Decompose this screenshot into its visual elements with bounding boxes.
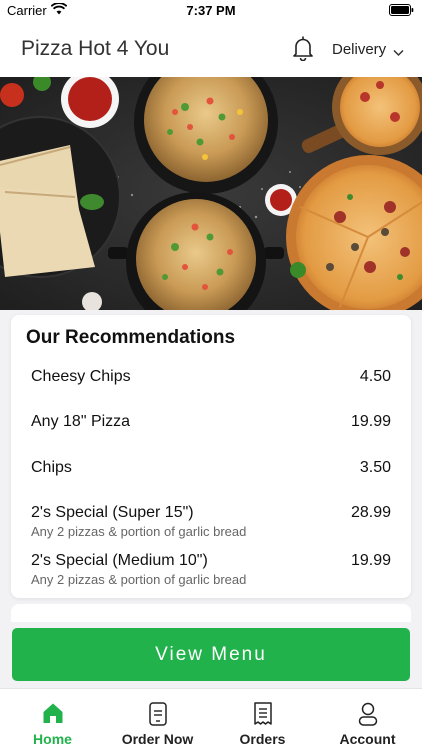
item-name: Chips xyxy=(31,459,72,476)
tab-order-now[interactable]: Order Now xyxy=(105,689,210,750)
chevron-down-icon[interactable] xyxy=(393,44,404,62)
recommendation-item[interactable]: Chips 3.50 xyxy=(31,459,391,481)
view-menu-button[interactable]: View Menu xyxy=(12,628,410,681)
recommendation-item[interactable]: 2's Special (Super 15") 28.99 Any 2 pizz… xyxy=(31,504,391,544)
bell-icon[interactable] xyxy=(292,35,314,66)
item-price: 19.99 xyxy=(350,413,391,430)
item-name: Any 18" Pizza xyxy=(31,413,131,430)
cta-container: View Menu xyxy=(0,622,422,688)
recommendations-title: Our Recommendations xyxy=(26,327,236,348)
receipt-icon xyxy=(210,702,315,726)
hero-food-image xyxy=(0,77,422,310)
tab-label: Account xyxy=(339,731,396,747)
tab-account[interactable]: Account xyxy=(315,689,420,750)
app-header: Pizza Hot 4 You Delivery xyxy=(0,20,422,77)
item-name: 2's Special (Super 15") xyxy=(31,504,194,521)
recommendation-item[interactable]: 2's Special (Medium 10") 19.99 Any 2 piz… xyxy=(31,552,391,592)
recommendations-card: Our Recommendations Cheesy Chips 4.50 An… xyxy=(11,315,411,598)
order-icon xyxy=(105,702,210,726)
item-description: Any 2 pizzas & portion of garlic bread xyxy=(31,524,247,539)
delivery-mode-selector[interactable]: Delivery xyxy=(332,41,386,58)
clock: 7:37 PM xyxy=(186,3,236,18)
tab-label: Orders xyxy=(239,731,286,747)
bottom-tab-bar: Home Order Now Orders Account xyxy=(0,688,422,750)
recommendation-item[interactable]: Cheesy Chips 4.50 xyxy=(31,368,391,390)
tab-label: Order Now xyxy=(121,731,194,747)
battery-icon xyxy=(389,4,414,19)
user-icon xyxy=(315,702,420,726)
item-price: 28.99 xyxy=(350,504,391,521)
status-bar: Carrier 7:37 PM xyxy=(0,0,422,20)
item-price: 19.99 xyxy=(350,552,391,569)
tab-label: Home xyxy=(33,731,72,747)
app-title: Pizza Hot 4 You xyxy=(21,37,170,60)
item-name: Cheesy Chips xyxy=(31,368,131,385)
home-icon xyxy=(0,702,105,726)
item-description: Any 2 pizzas & portion of garlic bread xyxy=(31,572,247,587)
item-name: 2's Special (Medium 10") xyxy=(31,552,208,569)
item-price: 3.50 xyxy=(359,459,391,476)
recommendation-item[interactable]: Any 18" Pizza 19.99 xyxy=(31,413,391,435)
item-price: 4.50 xyxy=(359,368,391,385)
tab-home[interactable]: Home xyxy=(0,689,105,750)
tab-orders[interactable]: Orders xyxy=(210,689,315,750)
